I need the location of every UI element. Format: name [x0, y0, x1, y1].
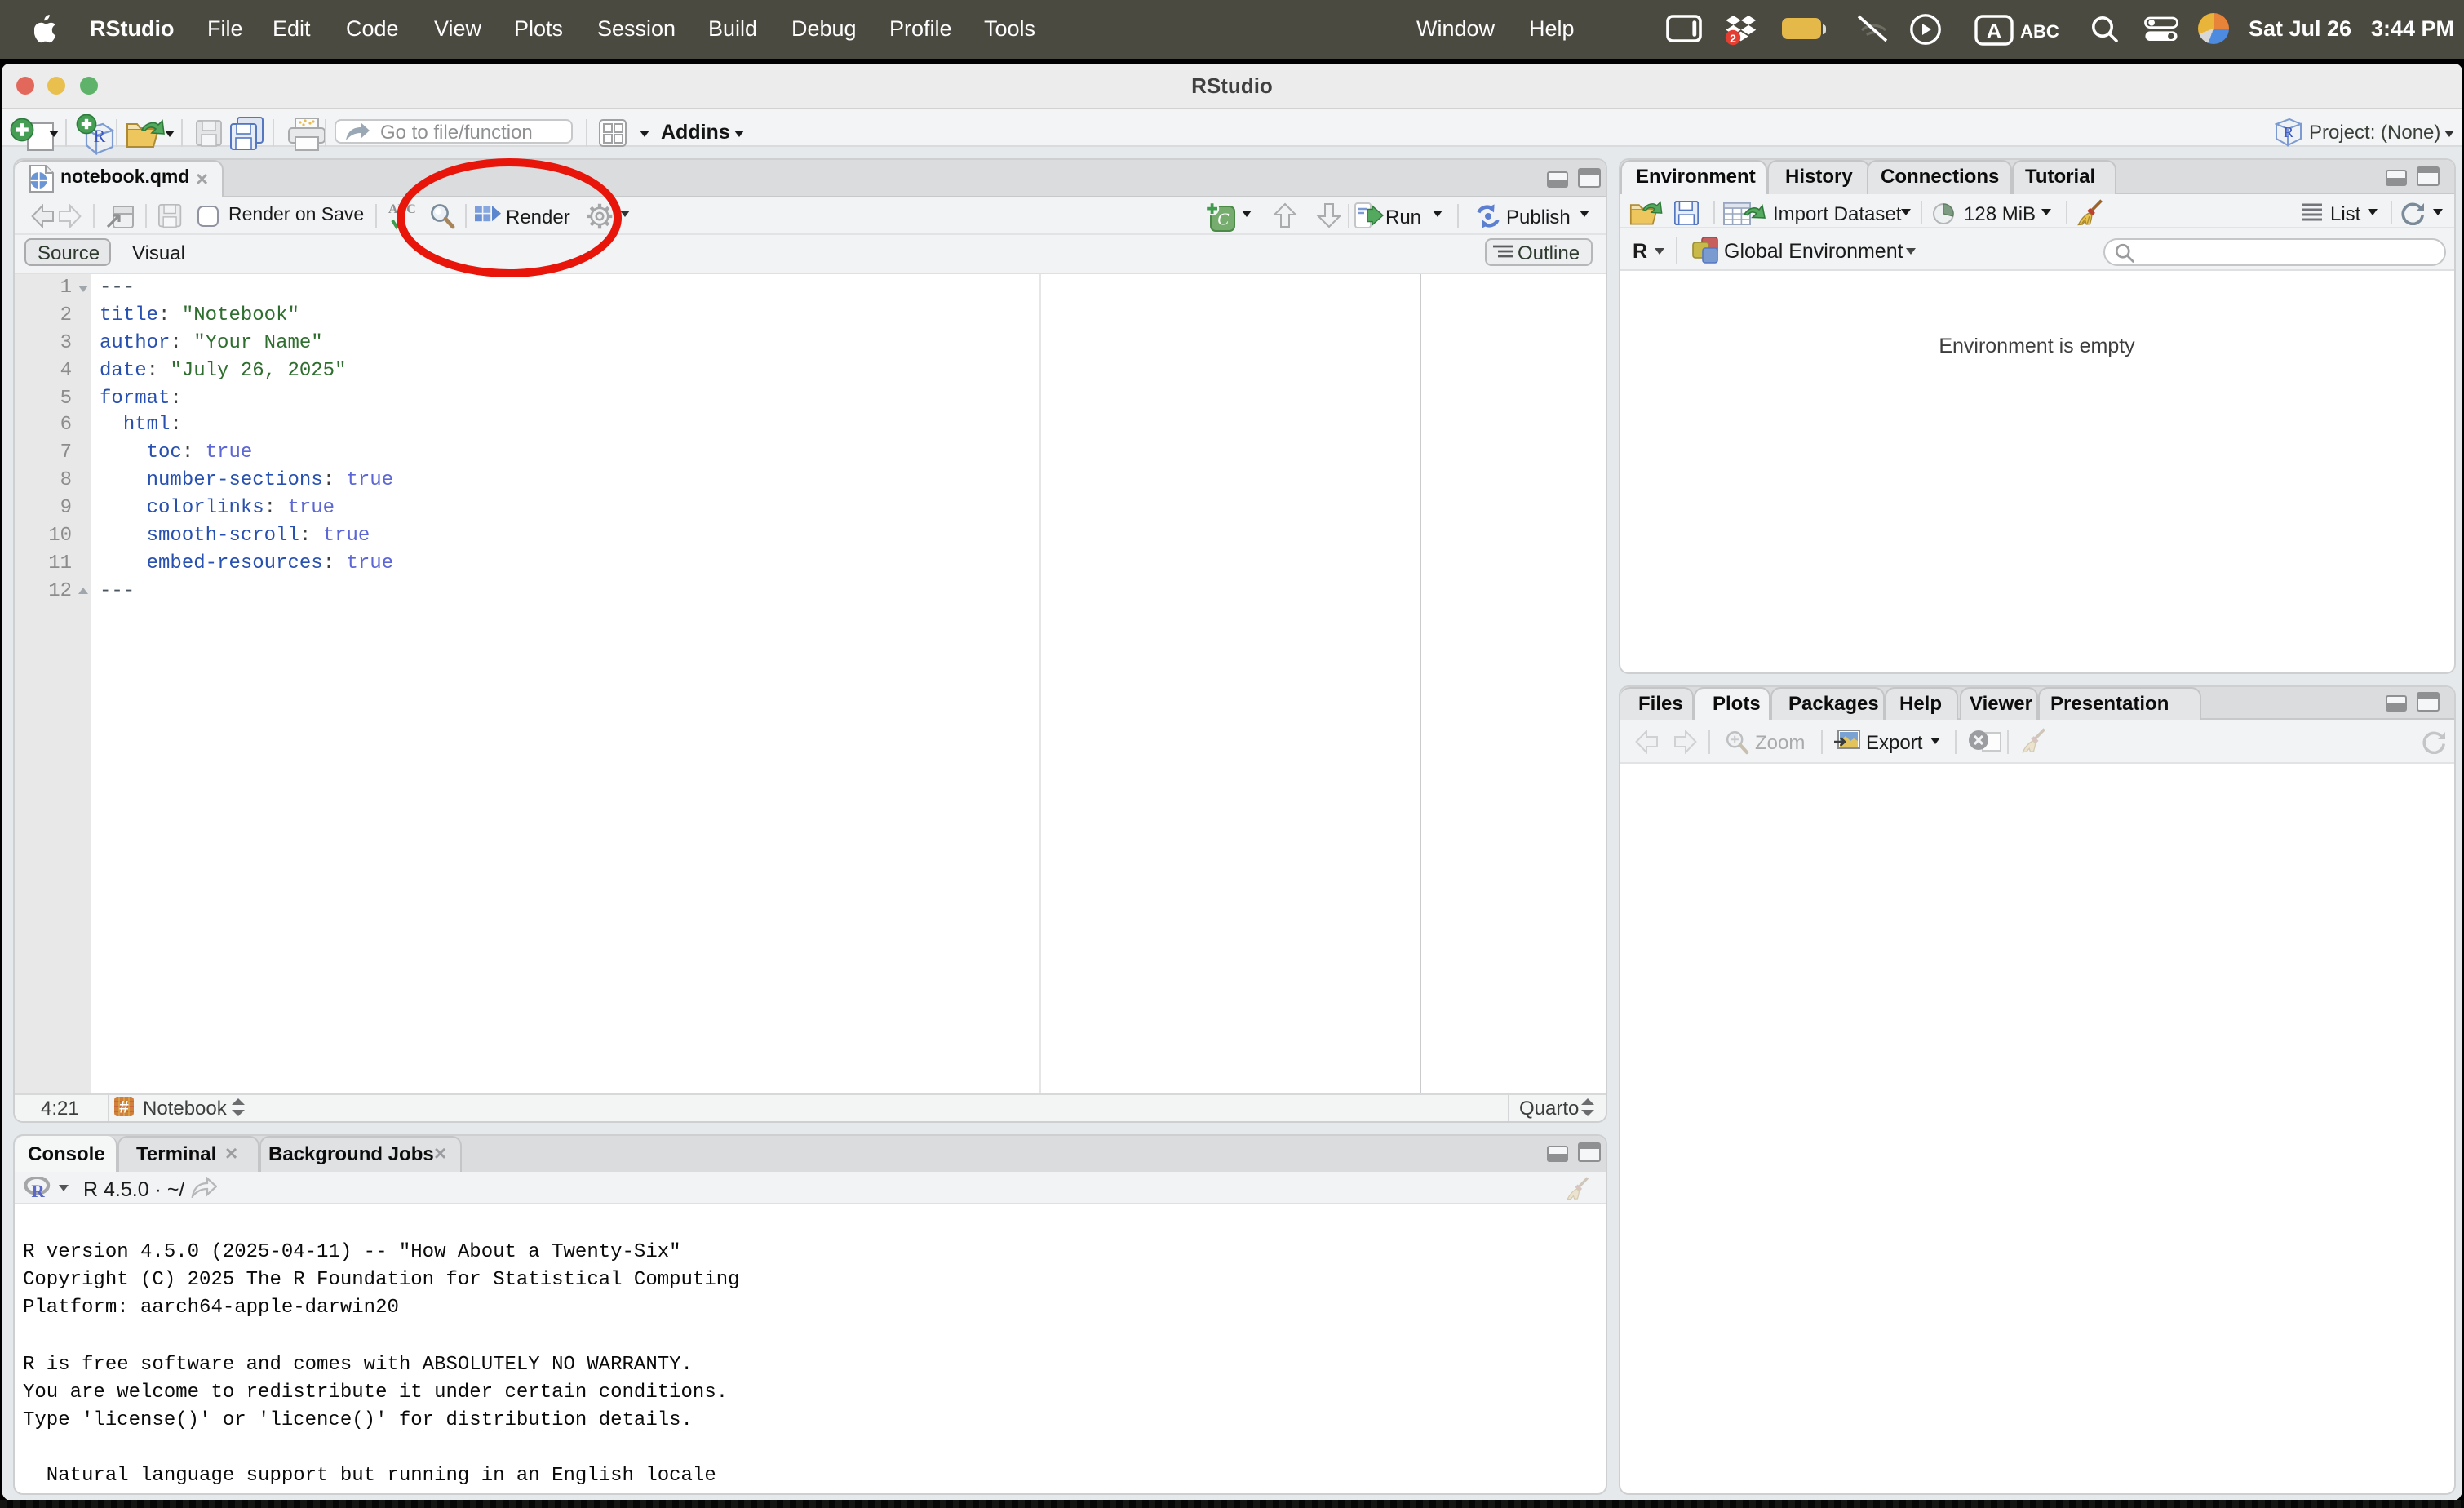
- svg-text:C: C: [1217, 209, 1230, 228]
- svg-text:A: A: [1987, 18, 2002, 42]
- svg-text:R: R: [2283, 123, 2293, 140]
- svg-text:2: 2: [1730, 32, 1736, 45]
- svg-text:ABC: ABC: [2020, 20, 2059, 41]
- svg-text:R: R: [31, 1181, 45, 1198]
- svg-text:#: #: [119, 1098, 129, 1116]
